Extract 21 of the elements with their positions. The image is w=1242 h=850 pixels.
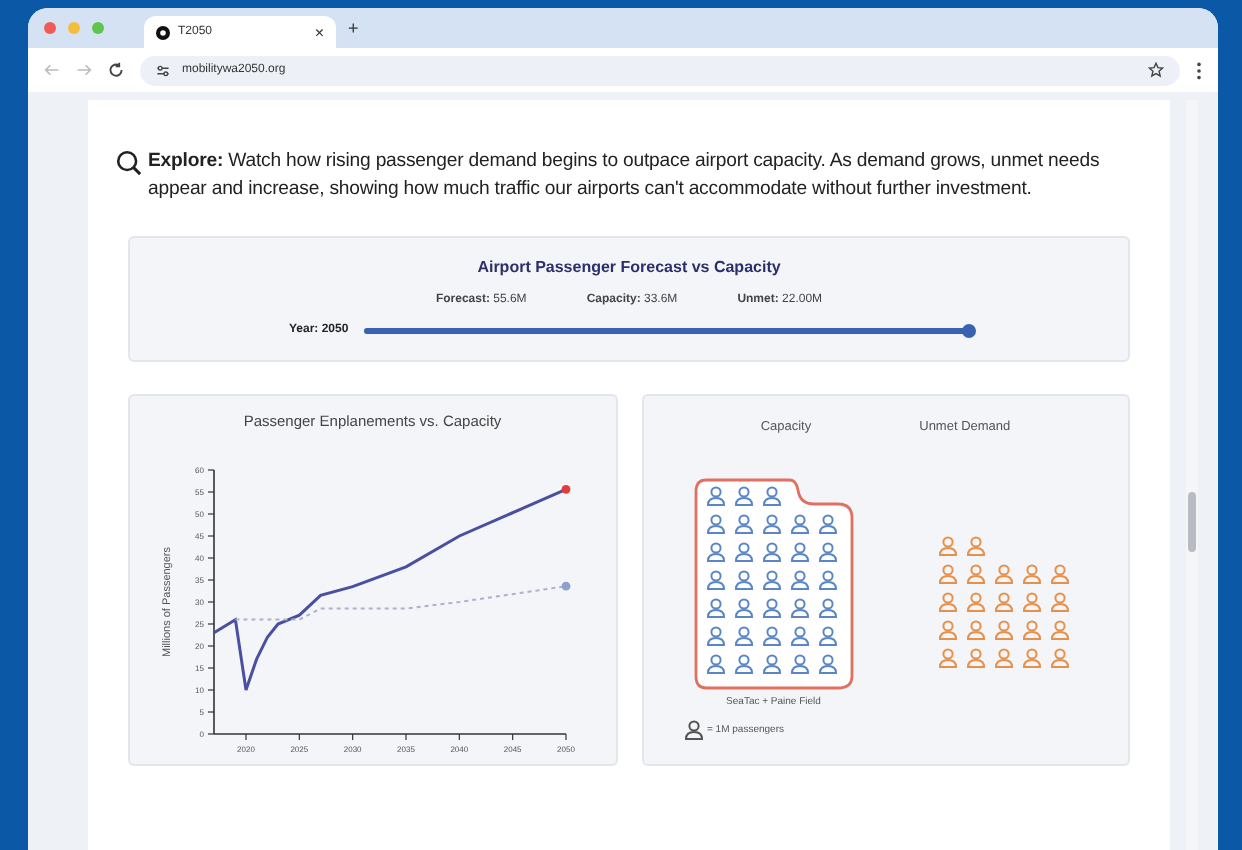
- scrollbar[interactable]: [1186, 100, 1198, 850]
- maximize-window-button[interactable]: [92, 22, 104, 34]
- year-slider-thumb[interactable]: [962, 323, 976, 337]
- summary-title: Airport Passenger Forecast vs Capacity: [477, 258, 781, 276]
- back-icon[interactable]: [44, 62, 60, 78]
- reload-icon[interactable]: [108, 62, 124, 78]
- new-tab-button[interactable]: +: [348, 18, 359, 38]
- search-icon: [116, 150, 142, 176]
- end-point-marker: [562, 581, 571, 591]
- close-window-button[interactable]: [44, 22, 56, 34]
- person-icon: [683, 720, 703, 740]
- minimize-window-button[interactable]: [68, 22, 80, 34]
- forward-icon[interactable]: [76, 62, 92, 78]
- end-point-marker: [562, 484, 571, 494]
- site-icon: [156, 25, 170, 39]
- site-settings-icon: [156, 63, 170, 77]
- scrollbar-thumb[interactable]: [1188, 492, 1196, 552]
- intro-text: Explore: Watch how rising passenger demand begins to outpace airport capacity. As demand grows, unmet needs appear and increase, showing how much traffic our airports can't accommodate without further investment.: [148, 148, 1102, 204]
- menu-icon[interactable]: [1196, 61, 1202, 79]
- close-tab-button[interactable]: ×: [314, 23, 324, 41]
- bookmark-star-icon[interactable]: [1148, 62, 1164, 78]
